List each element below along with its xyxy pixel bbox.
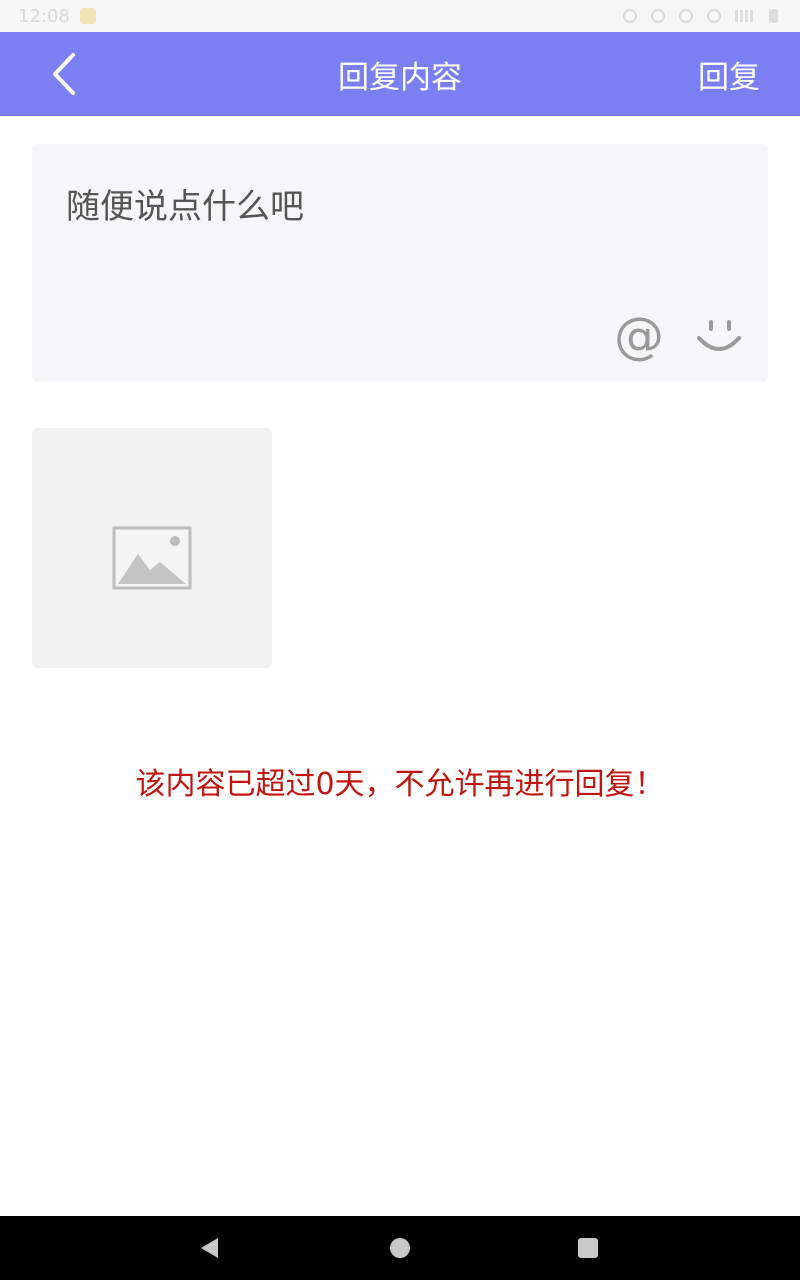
- reply-composer: @: [32, 144, 768, 382]
- image-placeholder-icon: [112, 526, 192, 590]
- back-icon[interactable]: [198, 1236, 222, 1260]
- emoji-button[interactable]: [694, 314, 744, 364]
- status-left: 12:08: [18, 6, 96, 27]
- smiley-icon: [697, 320, 741, 351]
- sync-icon: [651, 9, 665, 23]
- reply-input[interactable]: [66, 182, 726, 232]
- add-image-button[interactable]: [32, 428, 272, 668]
- battery-icon: [769, 9, 778, 23]
- status-time: 12:08: [18, 5, 70, 27]
- top-nav-bar: 回复内容 回复: [0, 32, 800, 116]
- circle-icon: [679, 9, 693, 23]
- notification-icon: [79, 8, 96, 24]
- status-bar: 12:08: [0, 0, 800, 32]
- mention-button[interactable]: @: [612, 309, 666, 363]
- home-icon[interactable]: [390, 1238, 410, 1258]
- chevron-left-icon: [53, 53, 75, 95]
- page-title: 回复内容: [338, 59, 462, 96]
- back-button[interactable]: [38, 48, 90, 100]
- signal-icon: [735, 10, 755, 22]
- status-right: [623, 9, 778, 23]
- alarm-icon: [623, 9, 637, 23]
- system-navigation-bar: [0, 1216, 800, 1280]
- wifi-icon: [707, 9, 721, 23]
- reply-button[interactable]: 回复: [698, 32, 760, 116]
- recents-icon[interactable]: [578, 1238, 598, 1258]
- warning-message: 该内容已超过0天，不允许再进行回复！: [135, 767, 665, 802]
- at-icon: @: [614, 307, 664, 365]
